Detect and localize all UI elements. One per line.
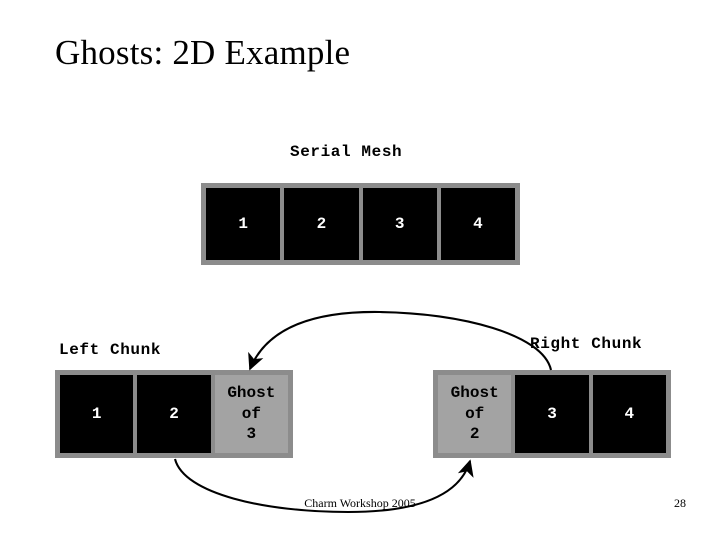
left-chunk-label: Left Chunk	[59, 341, 162, 359]
page-title: Ghosts: 2D Example	[55, 33, 351, 72]
right-chunk-diagram: Ghost of 2 3 4	[433, 370, 671, 458]
right-chunk-label: Right Chunk	[530, 335, 643, 353]
left-chunk-ghost-cell: Ghost of 3	[214, 375, 288, 453]
left-chunk-diagram: 1 2 Ghost of 3	[55, 370, 293, 458]
arrow-right-3-to-left-ghost-of-3	[248, 310, 553, 371]
footer-text: Charm Workshop 2005	[304, 496, 416, 510]
left-chunk-cell-2: 2	[137, 375, 211, 453]
right-chunk-ghost-cell: Ghost of 2	[438, 375, 512, 453]
slide-canvas: Ghosts: 2D Example Serial Mesh 1 2 3 4 L…	[0, 0, 720, 540]
page-number: 28	[674, 496, 686, 510]
serial-mesh-cell-2: 2	[284, 188, 359, 260]
serial-mesh-cell-3: 3	[362, 188, 437, 260]
serial-mesh-cell-1: 1	[206, 188, 281, 260]
right-chunk-cell-4: 4	[592, 375, 666, 453]
serial-mesh-diagram: 1 2 3 4	[201, 183, 520, 265]
arrow-overlay	[173, 310, 553, 514]
right-chunk-cell-3: 3	[515, 375, 589, 453]
serial-mesh-label: Serial Mesh	[290, 143, 403, 161]
left-chunk-cell-1: 1	[60, 375, 134, 453]
serial-mesh-cell-4: 4	[440, 188, 515, 260]
